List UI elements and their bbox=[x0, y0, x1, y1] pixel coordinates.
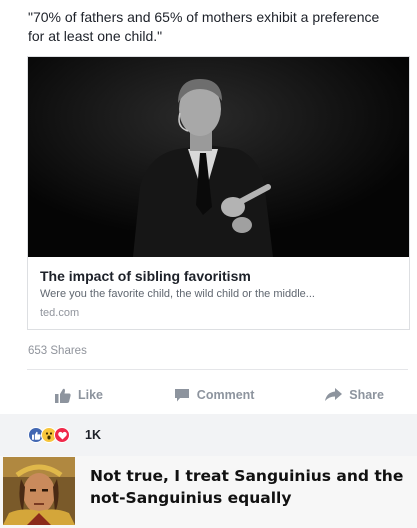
reaction-count[interactable]: 1K bbox=[85, 428, 101, 442]
comment-icon bbox=[174, 388, 189, 401]
link-description: Were you the favorite child, the wild ch… bbox=[40, 288, 315, 300]
link-domain: ted.com bbox=[40, 307, 80, 319]
post-actions: Like Comment Share bbox=[27, 378, 408, 412]
share-label: Share bbox=[349, 388, 384, 402]
thumbs-up-icon bbox=[55, 388, 71, 403]
link-preview-card[interactable]: The impact of sibling favoritism Were yo… bbox=[27, 56, 410, 330]
comment-button[interactable]: Comment bbox=[174, 388, 255, 403]
comment-label: Comment bbox=[196, 388, 255, 402]
divider bbox=[27, 369, 408, 370]
share-button[interactable]: Share bbox=[325, 388, 384, 402]
like-button[interactable]: Like bbox=[55, 388, 103, 403]
share-arrow-icon bbox=[325, 388, 343, 401]
reaction-icons[interactable] bbox=[28, 427, 70, 443]
comment: Not true, I treat Sanguinius and the not… bbox=[0, 456, 417, 528]
shares-count[interactable]: 653 Shares bbox=[28, 345, 87, 357]
speaker-photo bbox=[28, 57, 409, 257]
warrior-avatar-image bbox=[3, 457, 75, 525]
comment-text: Not true, I treat Sanguinius and the not… bbox=[90, 467, 404, 507]
love-reaction-icon bbox=[54, 427, 70, 443]
avatar[interactable] bbox=[3, 457, 75, 525]
link-preview-image[interactable] bbox=[28, 57, 409, 257]
post-text: "70% of fathers and 65% of mothers exhib… bbox=[28, 9, 380, 44]
like-label: Like bbox=[78, 388, 104, 402]
reactions-bar: 1K bbox=[0, 414, 417, 456]
link-title[interactable]: The impact of sibling favoritism bbox=[40, 268, 400, 284]
